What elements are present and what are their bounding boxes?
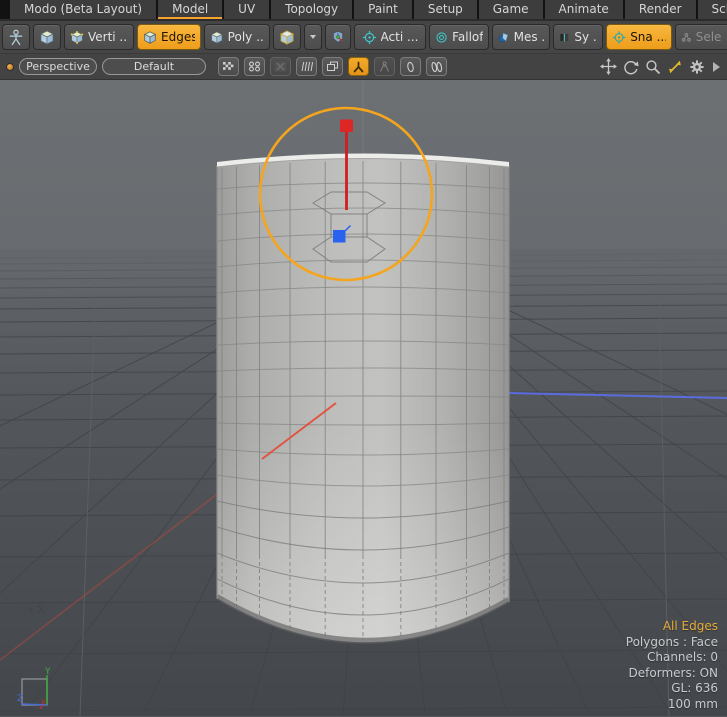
polygons-mode-button[interactable]: Poly ...: [204, 24, 270, 50]
gear-icon[interactable]: [689, 59, 705, 75]
vertices-label: Verti ...: [88, 30, 128, 44]
tab-render[interactable]: Render: [625, 0, 696, 19]
select-label: Sele ...: [696, 30, 725, 44]
tab-setup[interactable]: Setup: [414, 0, 477, 19]
action-center-glyph-icon: [352, 61, 365, 73]
info-gl: GL: 636: [626, 681, 718, 697]
viewport-scene: [0, 80, 727, 716]
capsule-two-button[interactable]: [426, 57, 447, 76]
viewport-nav-icons: [600, 54, 721, 79]
select-molecule-icon: [681, 30, 692, 45]
person-icon: [8, 28, 24, 47]
shading-style-button[interactable]: Default: [102, 58, 206, 75]
capsule-icon: [404, 61, 417, 73]
tab-model[interactable]: Model: [158, 0, 222, 19]
info-selection-mode: All Edges: [626, 619, 718, 635]
axis-hint-label: +X: [26, 603, 46, 617]
action-center-mode-button[interactable]: [348, 57, 369, 76]
snapping-label: Sna ...: [630, 30, 666, 44]
cone-person-icon: [378, 61, 391, 73]
cylinder-mesh[interactable]: [217, 154, 509, 644]
modo-window: Modo (Beta Layout) Model UV Topology Pai…: [0, 0, 727, 717]
snapping-crosshair-icon: [612, 30, 626, 45]
cube-edges-icon: [143, 30, 157, 45]
action-center-label: Acti ...: [381, 30, 419, 44]
mesh-constraint-button[interactable]: Mes ...: [492, 24, 550, 50]
viewport-toolbar: Perspective Default: [0, 54, 727, 80]
blue-handle[interactable]: [333, 230, 346, 243]
select-button[interactable]: Sele ...: [675, 24, 727, 50]
tab-paint[interactable]: Paint: [354, 0, 412, 19]
cube-polygons-icon: [210, 30, 224, 45]
symmetry-icon: [559, 30, 570, 45]
vertices-mode-button[interactable]: Verti ...: [64, 24, 134, 50]
info-channels: Channels: 0: [626, 650, 718, 666]
zoom-icon[interactable]: [645, 59, 661, 75]
expand-triangle-icon[interactable]: [711, 61, 721, 73]
edges-mode-button[interactable]: Edges: [137, 24, 201, 50]
crosshair-icon: [362, 30, 377, 45]
cube-outline-icon: [279, 29, 295, 46]
fit-view-icon[interactable]: [667, 59, 683, 75]
wireframe-waves-button[interactable]: [296, 57, 317, 76]
red-handle[interactable]: [340, 120, 353, 133]
gizmo-y-label: Y: [44, 667, 51, 677]
action-axis-button[interactable]: [325, 24, 351, 50]
copy-plane-icon: [326, 61, 339, 72]
falloff-cone-button[interactable]: [374, 57, 395, 76]
mode-toolbar: Verti ... Edges Poly ...: [0, 21, 727, 54]
viewport-status-dot: [6, 63, 14, 71]
view-type-button[interactable]: Perspective: [19, 58, 97, 75]
falloff-icon: [435, 30, 448, 45]
orbit-icon[interactable]: [623, 59, 639, 75]
cube-icon: [39, 29, 55, 46]
axis-shield-icon: [331, 28, 345, 46]
snapping-button[interactable]: Sna ...: [606, 24, 672, 50]
tab-topology[interactable]: Topology: [271, 0, 352, 19]
mode-dropdown-button[interactable]: [304, 24, 322, 50]
component-cube-button[interactable]: [33, 24, 61, 50]
info-deformers: Deformers: ON: [626, 666, 718, 682]
shading-checker-large-button[interactable]: [244, 57, 265, 76]
tab-modo-beta-layout[interactable]: Modo (Beta Layout): [10, 0, 156, 19]
gizmo-x-label: x: [41, 697, 46, 706]
item-cube-button[interactable]: [273, 24, 301, 50]
workplane-gizmo: Y Z x: [12, 667, 58, 713]
mesh-constraint-icon: [498, 30, 510, 45]
items-mode-button[interactable]: [2, 24, 30, 50]
tab-animate[interactable]: Animate: [545, 0, 623, 19]
copy-plane-button[interactable]: [322, 57, 343, 76]
symmetry-button[interactable]: Sy ...: [553, 24, 603, 50]
layout-tab-bar: Modo (Beta Layout) Model UV Topology Pai…: [0, 0, 727, 21]
falloff-button[interactable]: Falloff: [429, 24, 489, 50]
symmetry-label: Sy ...: [574, 30, 597, 44]
info-polygons: Polygons : Face: [626, 635, 718, 651]
checker-small-icon: [222, 61, 235, 72]
capsule-double-icon: [430, 61, 443, 73]
polygons-label: Poly ...: [228, 30, 264, 44]
mesh-constraint-label: Mes ...: [514, 30, 544, 44]
tab-game[interactable]: Game: [479, 0, 543, 19]
cube-vertices-icon: [70, 30, 84, 45]
close-x-icon: [274, 61, 287, 72]
tab-schematic-fusion[interactable]: Schematic Fusion: [698, 0, 727, 19]
chevron-down-icon: [310, 34, 316, 40]
shading-checker-small-button[interactable]: [218, 57, 239, 76]
info-grid-size: 100 mm: [626, 697, 718, 713]
capsule-one-button[interactable]: [400, 57, 421, 76]
3d-viewport[interactable]: +X Y Z x All Edges Polygons : Face Chann…: [0, 80, 727, 717]
viewport-info-readout: All Edges Polygons : Face Channels: 0 De…: [626, 619, 718, 712]
action-center-button[interactable]: Acti ...: [354, 24, 426, 50]
pan-icon[interactable]: [600, 58, 617, 75]
edges-label: Edges: [161, 30, 195, 44]
gizmo-z-label: Z: [17, 694, 23, 704]
tab-uv[interactable]: UV: [224, 0, 269, 19]
checker-large-icon: [248, 61, 261, 72]
waves-icon: [300, 61, 313, 72]
disable-overlay-button[interactable]: [270, 57, 291, 76]
falloff-label: Falloff: [452, 30, 483, 44]
